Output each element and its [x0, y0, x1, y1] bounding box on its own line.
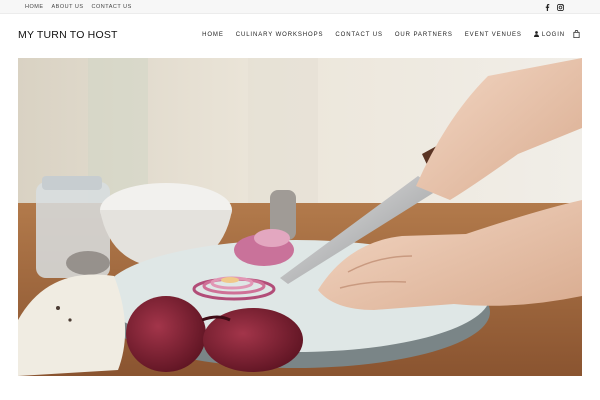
top-links: HOME ABOUT US CONTACT US — [25, 0, 132, 14]
cart-button[interactable] — [573, 30, 580, 40]
nav-culinary-workshops[interactable]: CULINARY WORKSHOPS — [236, 32, 324, 38]
hero-image — [18, 58, 582, 376]
nav-event-venues[interactable]: EVENT VENUES — [465, 32, 522, 38]
top-link-home[interactable]: HOME — [25, 4, 44, 10]
facebook-icon[interactable] — [545, 3, 550, 11]
site-header: MY TURN TO HOST HOME CULINARY WORKSHOPS … — [0, 14, 600, 58]
nav-home[interactable]: HOME — [202, 32, 224, 38]
login-link[interactable]: LOGIN — [533, 31, 565, 39]
hero-photo — [18, 58, 582, 376]
instagram-icon[interactable] — [557, 3, 564, 11]
social-links — [545, 0, 564, 14]
top-link-about-us[interactable]: ABOUT US — [52, 4, 84, 10]
login-label: LOGIN — [541, 32, 565, 38]
main-nav: HOME CULINARY WORKSHOPS CONTACT US OUR P… — [202, 30, 580, 40]
site-logo[interactable]: MY TURN TO HOST — [18, 29, 118, 41]
user-icon — [533, 31, 539, 39]
top-link-contact-us[interactable]: CONTACT US — [92, 4, 132, 10]
nav-our-partners[interactable]: OUR PARTNERS — [395, 32, 453, 38]
top-bar: HOME ABOUT US CONTACT US — [0, 0, 600, 14]
shopping-bag-icon — [573, 30, 580, 40]
nav-contact-us[interactable]: CONTACT US — [335, 32, 382, 38]
